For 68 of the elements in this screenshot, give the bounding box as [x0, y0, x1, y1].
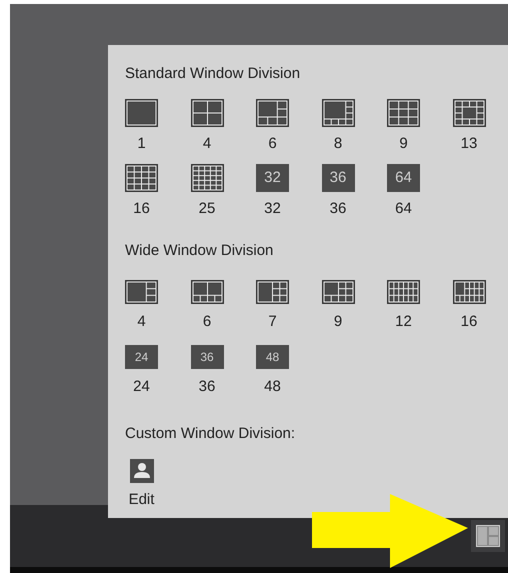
- layout-option[interactable]: 13: [452, 99, 486, 154]
- layout-option[interactable]: 36 36: [322, 164, 354, 219]
- option-label: 25: [198, 199, 216, 219]
- option-label: 36: [198, 377, 216, 397]
- section-heading: Wide Window Division: [125, 241, 274, 261]
- section-heading: Standard Window Division: [125, 64, 302, 84]
- option-label: 12: [395, 312, 412, 332]
- grid-layout-icon: [256, 99, 289, 127]
- layout-option[interactable]: 1: [125, 99, 158, 154]
- option-label: 24: [133, 377, 150, 397]
- section-heading: Custom Window Division:: [125, 424, 296, 444]
- layout-option[interactable]: 16: [125, 164, 158, 219]
- number-tile: 24: [125, 345, 158, 369]
- layout-option[interactable]: Edit: [125, 459, 158, 510]
- option-label: 16: [133, 199, 150, 219]
- layout-option[interactable]: 9: [387, 99, 420, 154]
- layout-option[interactable]: 6: [256, 99, 289, 154]
- grid-layout-icon: [452, 99, 486, 127]
- option-label: 6: [202, 312, 212, 332]
- layout-option[interactable]: 32 32: [256, 164, 289, 219]
- option-label: 4: [202, 134, 212, 154]
- grid-layout-icon: [190, 280, 224, 304]
- number-tile: 48: [256, 345, 289, 369]
- number-tile: 32: [256, 164, 289, 192]
- option-label: 6: [268, 134, 277, 154]
- grid-layout-icon: [190, 164, 224, 192]
- option-label: 4: [137, 312, 146, 332]
- option-label: 36: [330, 199, 346, 219]
- option-label: 16: [460, 312, 478, 332]
- grid-layout-icon: [387, 99, 420, 127]
- option-label: Edit: [128, 490, 154, 510]
- layout-option[interactable]: 8: [322, 99, 354, 154]
- option-label: 7: [268, 312, 277, 332]
- layout-option[interactable]: 25: [190, 164, 224, 219]
- option-label: 32: [264, 199, 281, 219]
- layout-option[interactable]: 24 24: [125, 345, 158, 397]
- grid-layout-icon: [125, 280, 158, 304]
- grid-layout-icon: [125, 99, 158, 127]
- layout-option[interactable]: 36 36: [190, 345, 224, 397]
- option-label: 1: [137, 134, 146, 154]
- grid-layout-icon: [190, 99, 224, 127]
- grid-layout-icon: [322, 99, 354, 127]
- layout-option[interactable]: 4: [125, 280, 158, 332]
- layout-option[interactable]: 7: [256, 280, 289, 332]
- layout-option[interactable]: 64 64: [387, 164, 420, 219]
- grid-layout-icon: [387, 280, 420, 304]
- layout-button[interactable]: [471, 520, 505, 552]
- grid-layout-icon: [125, 164, 158, 192]
- person-icon: [130, 459, 154, 483]
- number-tile: 64: [387, 164, 420, 192]
- number-tile: 36: [190, 345, 224, 369]
- option-label: 48: [264, 377, 281, 397]
- layout-icon: [476, 525, 500, 547]
- option-label: 8: [334, 134, 342, 154]
- option-label: 13: [460, 134, 478, 154]
- layout-option[interactable]: 48 48: [256, 345, 289, 397]
- layout-option[interactable]: 16: [452, 280, 486, 332]
- layout-option[interactable]: 9: [322, 280, 354, 332]
- layout-option[interactable]: 6: [190, 280, 224, 332]
- grid-layout-icon: [452, 280, 486, 304]
- layout-option[interactable]: 12: [387, 280, 420, 332]
- option-label: 9: [399, 134, 408, 154]
- option-label: 9: [334, 312, 342, 332]
- layout-option[interactable]: 4: [190, 99, 224, 154]
- grid-layout-icon: [322, 280, 354, 304]
- number-tile: 36: [322, 164, 354, 192]
- option-label: 64: [395, 199, 412, 219]
- grid-layout-icon: [256, 280, 289, 304]
